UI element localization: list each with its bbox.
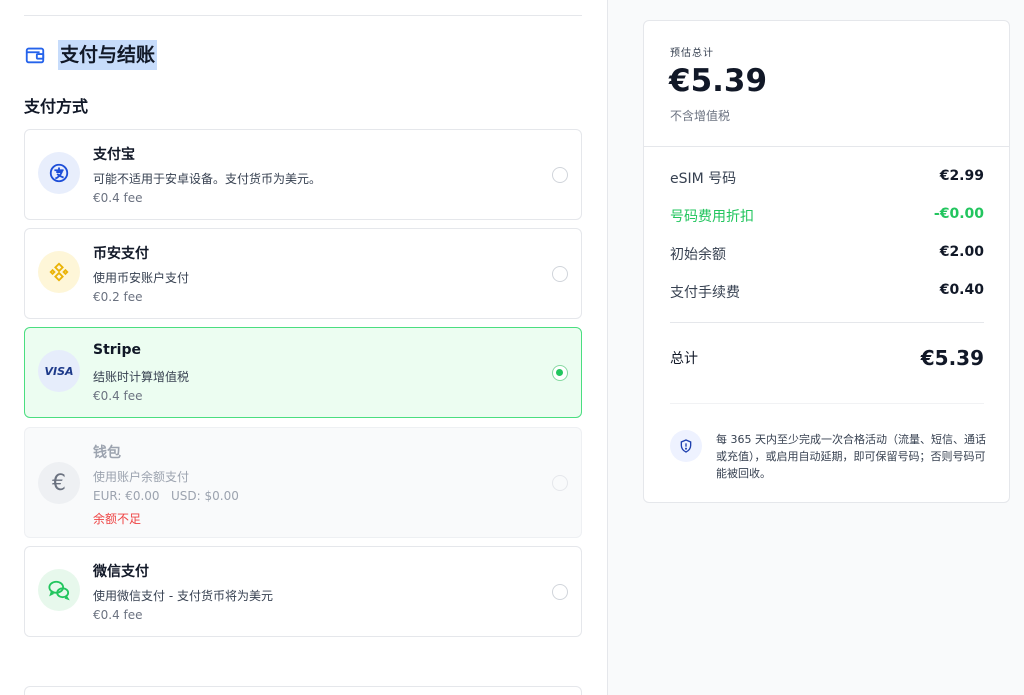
euro-icon: € [38,462,80,504]
alipay-icon [38,152,80,194]
payment-method-stripe[interactable]: VISA Stripe 结账时计算增值税 €0.4 fee [24,327,582,418]
stripe-radio[interactable] [552,365,568,381]
method-description: 结账时计算增值税 [93,370,190,384]
row-label: 支付手续费 [670,285,740,301]
payment-methods-title: 支付方式 [24,97,89,116]
row-value: -€0.00 [933,206,984,222]
visa-icon-text: VISA [44,364,74,378]
balance-eur: EUR: €0.00 [93,489,160,503]
section-title: 支付与结账 [58,40,158,70]
wallet-radio [552,475,568,491]
balance-usd: USD: $0.00 [171,489,239,503]
wechat-radio[interactable] [552,584,568,600]
method-name: 币安支付 [93,246,149,262]
summary-row-balance: 初始余额 €2.00 [670,244,984,264]
shield-icon [670,430,702,462]
row-value: €0.40 [939,282,984,298]
divider [24,15,582,16]
alipay-radio[interactable] [552,167,568,183]
method-description: 使用微信支付 - 支付货币将为美元 [93,589,273,603]
retention-notice: 每 365 天内至少完成一次合格活动（流量、短信、通话或充值），或启用自动延期，… [716,433,986,480]
insufficient-balance: 余额不足 [93,512,142,526]
summary-total-row: 总计 €5.39 [670,346,984,370]
section-header: 支付与结账 [24,40,158,70]
payment-method-wallet: € 钱包 使用账户余额支付 EUR: €0.00 USD: $0.00 余额不足 [24,427,582,538]
wallet-icon [25,47,45,64]
estimated-total-label: 预估总计 [670,48,714,59]
method-description: 可能不适用于安卓设备。支付货币为美元。 [93,172,322,186]
vat-note: 不含增值税 [670,109,731,123]
method-name: Stripe [93,342,141,358]
method-name: 微信支付 [93,564,149,580]
summary-panel: 预估总计 €5.39 不含增值税 eSIM 号码 €2.99 号码费用折扣 -€… [607,0,1024,695]
row-label: eSIM 号码 [670,171,737,187]
method-name: 支付宝 [93,147,135,163]
order-summary: 预估总计 €5.39 不含增值税 eSIM 号码 €2.99 号码费用折扣 -€… [643,20,1010,503]
method-description: 使用币安账户支付 [93,271,190,285]
binance-icon [38,251,80,293]
divider [670,322,984,323]
total-label: 总计 [670,351,698,367]
method-fee: €0.4 fee [93,608,143,622]
summary-row-discount: 号码费用折扣 -€0.00 [670,206,984,226]
payment-method-binance[interactable]: 币安支付 使用币安账户支付 €0.2 fee [24,228,582,319]
divider [670,403,984,404]
total-value: €5.39 [920,346,984,370]
wechat-icon [38,569,80,611]
summary-row-fee: 支付手续费 €0.40 [670,282,984,302]
row-label: 初始余额 [670,247,726,263]
method-name: 钱包 [93,445,121,461]
row-value: €2.99 [939,168,984,184]
row-value: €2.00 [939,244,984,260]
binance-radio[interactable] [552,266,568,282]
payment-method-alipay[interactable]: 支付宝 可能不适用于安卓设备。支付货币为美元。 €0.4 fee [24,129,582,220]
visa-icon: VISA [38,350,80,392]
estimated-total: €5.39 [669,63,768,99]
wallet-balance: EUR: €0.00 USD: $0.00 [93,489,239,503]
next-card [24,686,582,695]
method-fee: €0.4 fee [93,191,143,205]
checkout-panel: 支付与结账 支付方式 支付宝 可能不适用于安卓设备。支付货币为美元。 €0.4 … [0,0,607,695]
method-description: 使用账户余额支付 [93,470,190,484]
divider [644,146,1009,147]
row-label: 号码费用折扣 [670,209,754,225]
method-fee: €0.4 fee [93,389,143,403]
euro-icon-text: € [52,470,66,496]
payment-method-wechat[interactable]: 微信支付 使用微信支付 - 支付货币将为美元 €0.4 fee [24,546,582,637]
summary-row-esim: eSIM 号码 €2.99 [670,168,984,188]
method-fee: €0.2 fee [93,290,143,304]
